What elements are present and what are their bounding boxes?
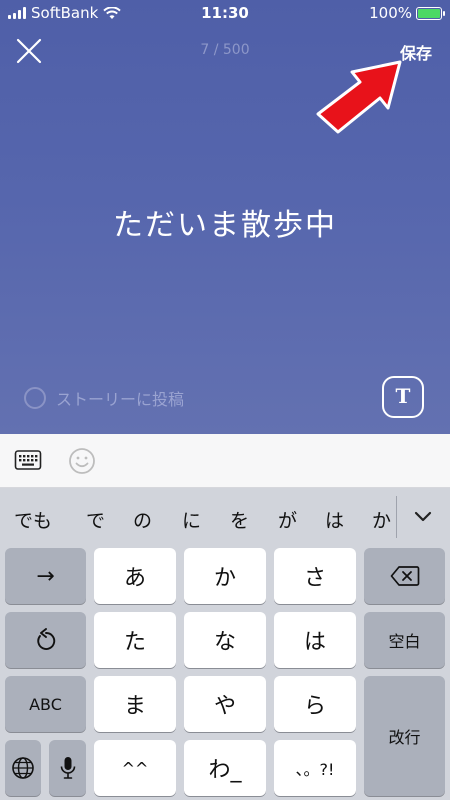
radio-icon bbox=[24, 387, 46, 409]
battery-percent: 100% bbox=[369, 4, 412, 22]
candidate-word[interactable]: を bbox=[230, 506, 249, 533]
dictation-key[interactable] bbox=[49, 740, 86, 796]
return-key[interactable]: 改行 bbox=[364, 676, 445, 796]
key-ra[interactable]: ら bbox=[274, 676, 356, 732]
globe-key[interactable] bbox=[5, 740, 41, 796]
key-ha[interactable]: は bbox=[274, 612, 356, 668]
microphone-icon bbox=[60, 757, 75, 779]
annotation-arrow-icon bbox=[316, 60, 402, 134]
key-ya[interactable]: や bbox=[184, 676, 266, 732]
candidate-word[interactable]: の bbox=[133, 506, 152, 533]
input-toolbar bbox=[0, 434, 450, 488]
candidate-word[interactable]: が bbox=[278, 506, 297, 533]
candidate-word[interactable]: でも bbox=[14, 506, 52, 533]
candidate-word[interactable]: で bbox=[86, 506, 105, 533]
undo-icon bbox=[36, 628, 55, 650]
key-a[interactable]: あ bbox=[94, 548, 176, 604]
abc-key[interactable]: ABC bbox=[5, 676, 86, 732]
candidate-word[interactable]: は bbox=[325, 506, 344, 533]
key-sa[interactable]: さ bbox=[274, 548, 356, 604]
key-emoticon[interactable]: ^^ bbox=[94, 740, 176, 796]
prediction-bar: でも で の に を が は か bbox=[0, 488, 450, 548]
globe-icon bbox=[12, 757, 34, 779]
emoji-icon[interactable] bbox=[68, 447, 96, 475]
text-style-button[interactable]: T bbox=[382, 376, 424, 418]
key-punctuation[interactable]: 、。?! bbox=[274, 740, 356, 796]
status-bar: SoftBank 11:30 100% bbox=[0, 0, 450, 26]
delete-key[interactable] bbox=[364, 548, 445, 604]
keyboard-icon[interactable] bbox=[14, 448, 42, 472]
candidate-word[interactable]: か bbox=[372, 506, 391, 533]
post-to-story-label: ストーリーに投稿 bbox=[56, 390, 185, 409]
post-text[interactable]: ただいま散歩中 bbox=[0, 200, 450, 244]
key-ka[interactable]: か bbox=[184, 548, 266, 604]
candidate-word[interactable]: に bbox=[182, 506, 201, 533]
arrow-right-key[interactable]: → bbox=[5, 548, 86, 604]
space-key[interactable]: 空白 bbox=[364, 612, 445, 668]
post-editor: SoftBank 11:30 100% 7 / 500 保存 ただいま散歩中 ス… bbox=[0, 0, 450, 434]
key-wa[interactable]: わ_ bbox=[184, 740, 266, 796]
key-ma[interactable]: ま bbox=[94, 676, 176, 732]
key-ta[interactable]: た bbox=[94, 612, 176, 668]
post-to-story-toggle[interactable]: ストーリーに投稿 bbox=[24, 386, 184, 410]
backspace-icon bbox=[390, 566, 419, 586]
undo-key[interactable] bbox=[5, 612, 86, 668]
battery-icon bbox=[416, 6, 445, 20]
chevron-down-icon[interactable] bbox=[410, 504, 436, 530]
key-na[interactable]: な bbox=[184, 612, 266, 668]
